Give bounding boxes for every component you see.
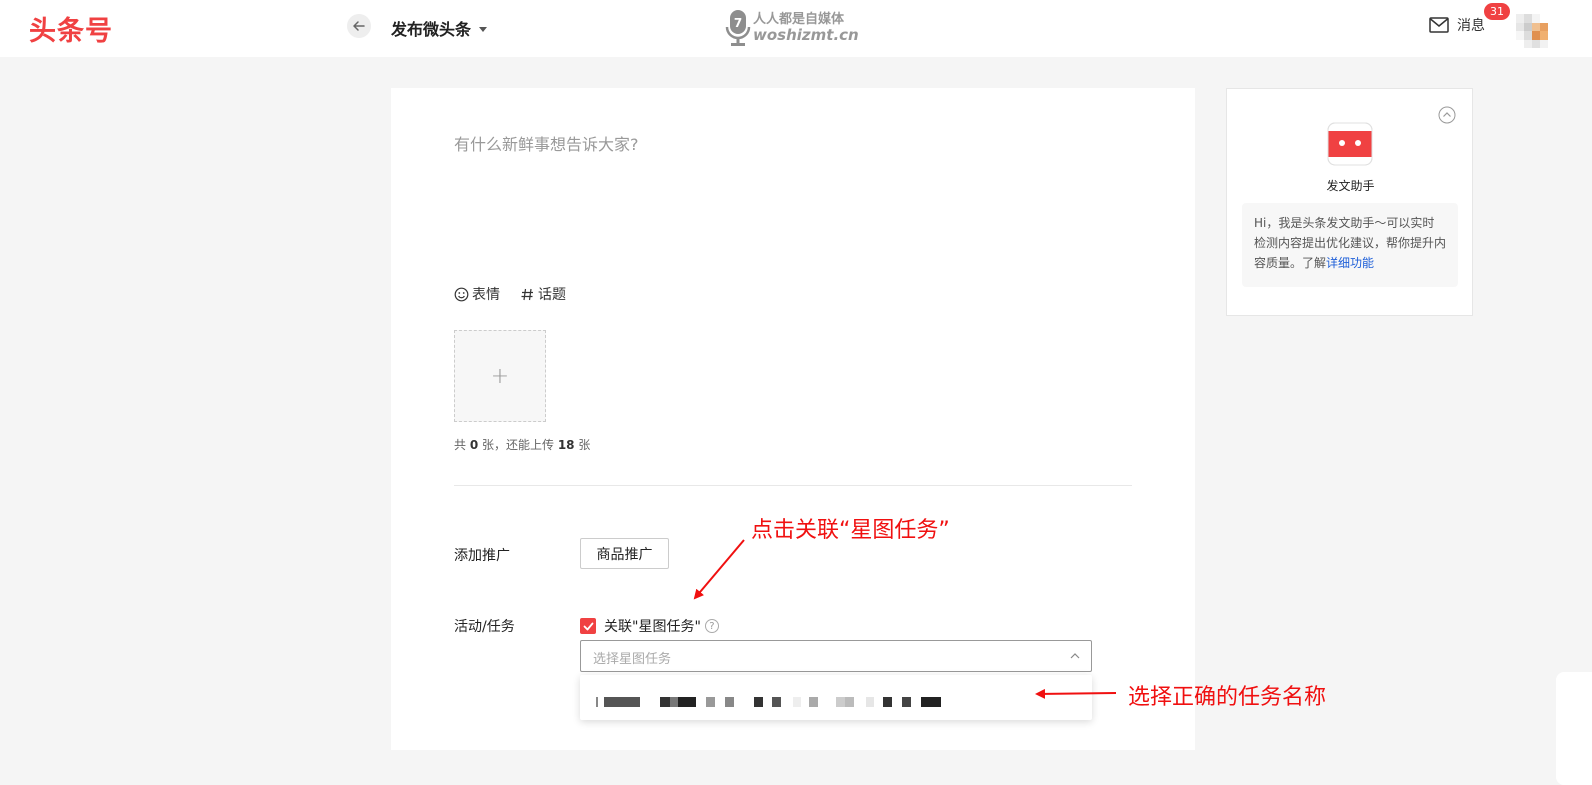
back-button[interactable] bbox=[347, 14, 371, 38]
chevron-up-icon bbox=[1070, 653, 1080, 659]
messages-button[interactable]: 消息 bbox=[1429, 15, 1485, 35]
content-textarea[interactable]: 有什么新鲜事想告诉大家? bbox=[454, 131, 639, 155]
link-star-task-checkbox[interactable] bbox=[580, 618, 596, 634]
watermark-cn: 人人都是自媒体 bbox=[753, 12, 845, 27]
annotation-choose-task: 选择正确的任务名称 bbox=[1128, 685, 1327, 710]
messages-count-badge: 31 bbox=[1484, 3, 1510, 20]
upload-hint: 共 0 张，还能上传 18 张 bbox=[454, 436, 590, 453]
assistant-title: 发文助手 bbox=[1326, 179, 1375, 193]
page-title-dropdown[interactable]: 发布微头条 bbox=[391, 16, 488, 40]
upload-hint-prefix: 共 bbox=[454, 438, 470, 452]
caret-down-icon bbox=[479, 26, 488, 32]
avatar[interactable] bbox=[1516, 14, 1548, 48]
star-task-select-placeholder: 选择星图任务 bbox=[593, 652, 672, 667]
topic-button[interactable]: 话题 bbox=[520, 284, 566, 304]
annotation-click-link: 点击关联“星图任务” bbox=[751, 518, 950, 543]
arrow-left-icon bbox=[353, 21, 365, 31]
floating-edge-panel bbox=[1556, 672, 1592, 785]
assistant-tip: Hi，我是头条发文助手～可以实时检测内容提出优化建议，帮你提升内容质量。了解详细… bbox=[1242, 203, 1458, 287]
emoji-label: 表情 bbox=[472, 287, 500, 303]
upload-count: 0 bbox=[469, 438, 479, 452]
divider bbox=[454, 485, 1132, 486]
upload-hint-mid: 张，还能上传 bbox=[478, 438, 558, 452]
microphone-icon: 7 bbox=[725, 10, 751, 46]
editor-card: 有什么新鲜事想告诉大家? 表情 话题 + 共 0 张，还能上传 18 张 添加推… bbox=[391, 88, 1195, 750]
page-title: 发布微头条 bbox=[391, 20, 472, 39]
top-bar: 头条号 发布微头条 7 人人都是自媒体 woshizmt.cn 消息 31 bbox=[0, 0, 1592, 57]
check-icon bbox=[583, 622, 593, 630]
star-task-select[interactable]: 选择星图任务 bbox=[580, 640, 1092, 672]
star-task-dropdown bbox=[580, 675, 1092, 720]
topic-label: 话题 bbox=[538, 287, 566, 303]
toutiao-logo[interactable]: 头条号 bbox=[29, 9, 113, 48]
promotion-label: 添加推广 bbox=[454, 548, 510, 564]
plus-icon: + bbox=[490, 363, 510, 389]
messages-label: 消息 bbox=[1457, 18, 1485, 34]
task-label: 活动/任务 bbox=[454, 619, 515, 635]
help-icon[interactable]: ? bbox=[704, 619, 719, 633]
upload-hint-suffix: 张 bbox=[574, 438, 591, 452]
hashtag-icon bbox=[521, 288, 533, 300]
task-option-blurred[interactable] bbox=[596, 697, 941, 707]
robot-icon bbox=[1327, 122, 1373, 166]
detail-features-link[interactable]: 详细功能 bbox=[1326, 256, 1374, 270]
upload-remaining: 18 bbox=[557, 438, 575, 452]
link-star-task-checkbox-row[interactable]: 关联"星图任务" ? bbox=[580, 616, 719, 636]
link-star-task-label: 关联"星图任务" bbox=[604, 619, 701, 635]
watermark-en: woshizmt.cn bbox=[753, 26, 859, 44]
collapse-up-icon[interactable] bbox=[1438, 106, 1456, 124]
svg-text:7: 7 bbox=[734, 16, 742, 30]
writing-assistant-card: 发文助手 Hi，我是头条发文助手～可以实时检测内容提出优化建议，帮你提升内容质量… bbox=[1226, 88, 1473, 316]
emoji-button[interactable]: 表情 bbox=[454, 284, 500, 304]
product-promotion-button[interactable]: 商品推广 bbox=[580, 538, 669, 569]
editor-toolbar: 表情 话题 bbox=[454, 284, 566, 304]
image-upload-button[interactable]: + bbox=[454, 330, 546, 422]
smile-icon bbox=[454, 287, 469, 301]
watermark: 7 人人都是自媒体 woshizmt.cn bbox=[725, 9, 859, 47]
mail-icon bbox=[1429, 17, 1449, 33]
